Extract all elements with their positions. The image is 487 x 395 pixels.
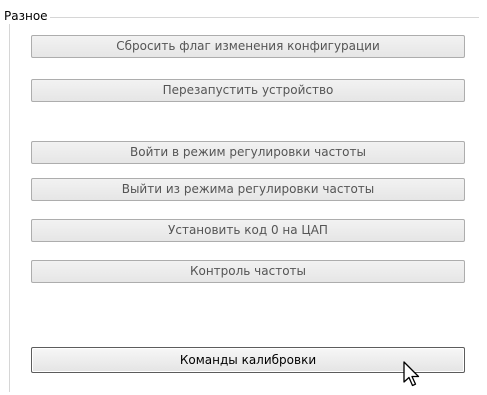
reset-config-flag-button[interactable]: Сбросить флаг изменения конфигурации (31, 35, 465, 58)
frequency-control-button[interactable]: Контроль частоты (31, 260, 465, 283)
exit-frequency-adjust-button[interactable]: Выйти из режима регулировки частоты (31, 178, 465, 201)
groupbox-title: Разное (4, 9, 50, 24)
misc-groupbox (9, 17, 479, 392)
calibration-commands-button[interactable]: Команды калибровки (31, 347, 465, 373)
enter-frequency-adjust-button[interactable]: Войти в режим регулировки частоты (31, 141, 465, 164)
restart-device-button[interactable]: Перезапустить устройство (31, 79, 465, 102)
mouse-pointer-icon (403, 361, 420, 387)
set-dac-code-zero-button[interactable]: Установить код 0 на ЦАП (31, 219, 465, 242)
